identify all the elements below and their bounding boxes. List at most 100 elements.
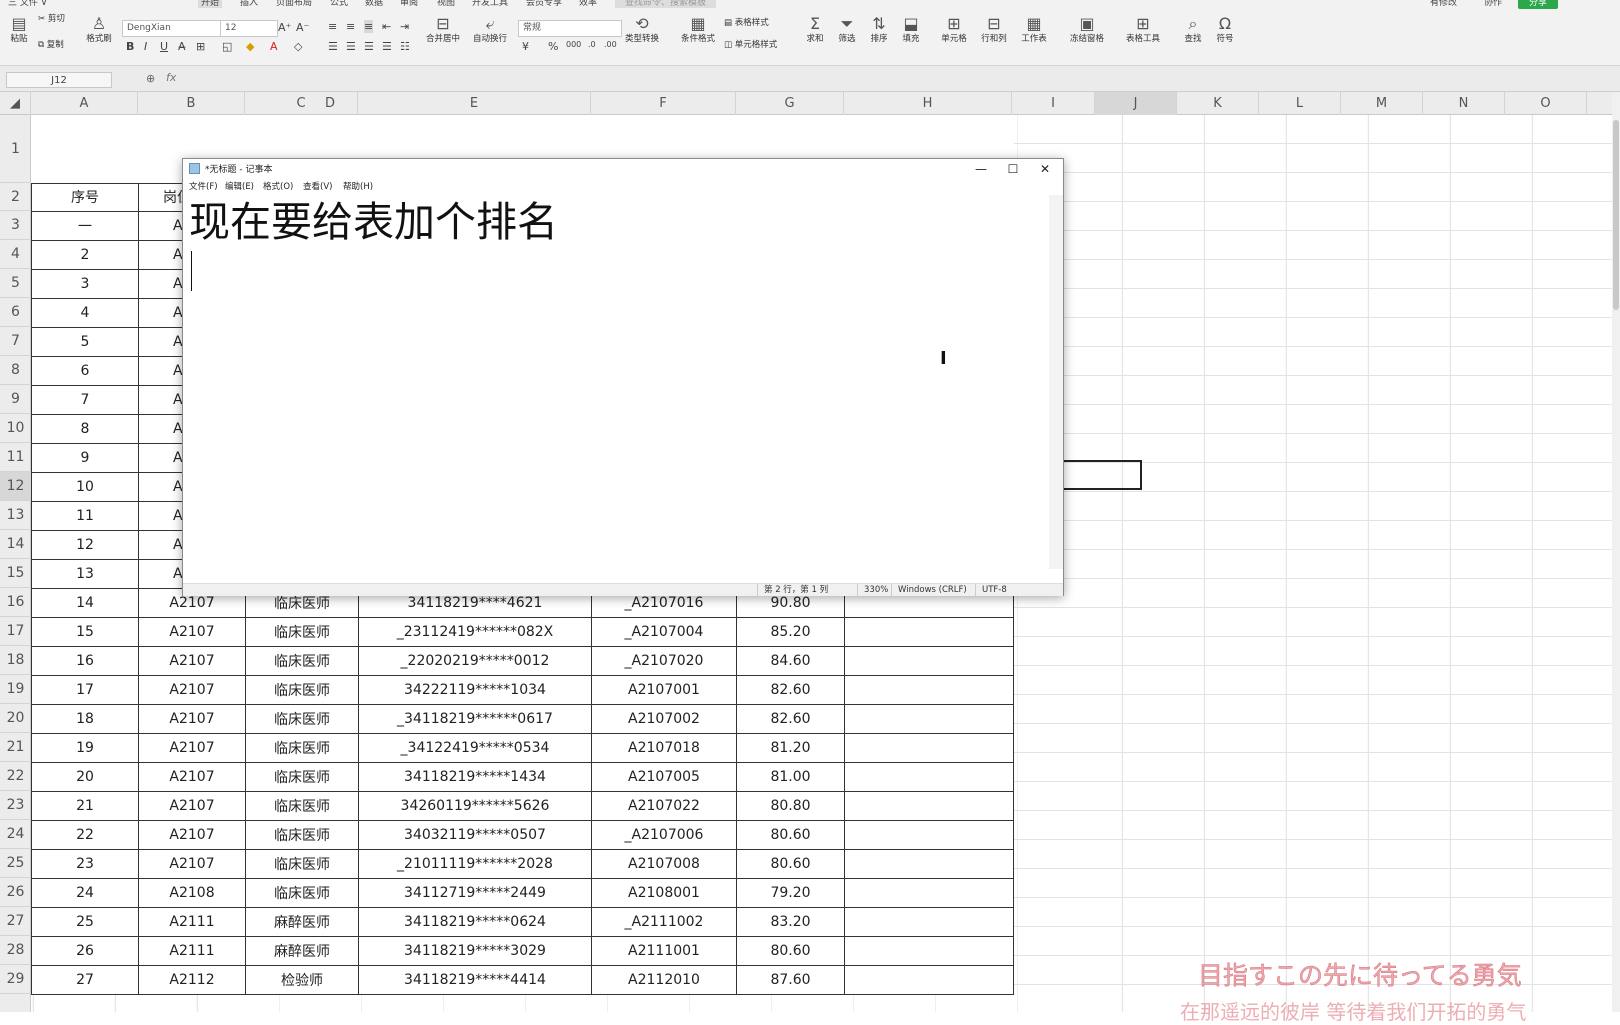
table-cell[interactable]: 26 (31, 935, 139, 966)
special-effect-icon[interactable]: ◱ (222, 40, 232, 53)
indent-decrease-icon[interactable]: ⇤ (382, 20, 391, 33)
table-cell[interactable]: _23112419******082X (358, 616, 592, 647)
table-cell[interactable]: 21 (31, 790, 139, 821)
strikethrough-icon[interactable]: A̶ (178, 40, 186, 53)
table-cell[interactable]: A2107 (138, 761, 246, 792)
row-header[interactable]: 26 (0, 878, 31, 907)
table-cell[interactable]: 14 (31, 587, 139, 618)
table-cell[interactable]: A2107 (138, 790, 246, 821)
fx-label[interactable]: fx (166, 71, 176, 84)
align-bottom-icon[interactable]: ≡ (364, 20, 374, 33)
table-cell[interactable]: _21011119******2028 (358, 848, 592, 879)
table-cell[interactable]: 34260119******5626 (358, 790, 592, 821)
column-header[interactable]: L (1259, 92, 1341, 115)
table-cell[interactable] (843, 616, 1015, 647)
table-cell[interactable] (843, 790, 1015, 821)
font-size-select[interactable]: 12 (220, 20, 278, 37)
cut-button[interactable]: ✂ 剪切 (38, 14, 82, 25)
zoom-formula-icon[interactable]: ⊕ (146, 72, 155, 85)
row-header[interactable]: 27 (0, 907, 31, 936)
notepad-menu-help[interactable]: 帮助(H) (343, 179, 373, 195)
table-cell[interactable] (843, 761, 1015, 792)
table-cell[interactable]: 27 (31, 964, 139, 995)
sum-button[interactable]: Σ 求和 (800, 14, 830, 45)
table-cell[interactable]: 84.60 (736, 645, 845, 676)
table-cell[interactable]: 34118219*****3029 (358, 935, 592, 966)
table-cell[interactable]: 25 (31, 906, 139, 937)
table-cell[interactable]: A2107022 (591, 790, 737, 821)
table-cell[interactable]: 85.20 (736, 616, 845, 647)
table-cell[interactable]: 12 (31, 529, 139, 560)
table-cell[interactable]: A2111001 (591, 935, 737, 966)
table-cell[interactable]: 34222119*****1034 (358, 674, 592, 705)
table-cell[interactable]: 临床医师 (245, 848, 359, 879)
table-cell[interactable]: _A2107020 (591, 645, 737, 676)
sort-button[interactable]: ⇅ 排序 (864, 14, 894, 45)
column-header-selected[interactable]: J (1095, 92, 1177, 115)
type-convert-button[interactable]: ⟲ 类型转换 (620, 14, 664, 45)
tab-developer[interactable]: 开发工具 (472, 0, 508, 8)
tab-efficiency[interactable]: 效率 (579, 0, 597, 8)
number-format-select[interactable]: 常规 (518, 20, 622, 37)
menu-file[interactable]: 三 文件 ∨ (8, 0, 47, 8)
table-cell[interactable] (843, 906, 1015, 937)
symbol-button[interactable]: Ω 符号 (1210, 14, 1240, 45)
notepad-menu-view[interactable]: 查看(V) (303, 179, 332, 195)
select-all-corner[interactable]: ◢ (0, 92, 31, 115)
table-cell[interactable]: 80.60 (736, 819, 845, 850)
tab-review[interactable]: 审阅 (400, 0, 418, 8)
table-cell[interactable]: 80.60 (736, 935, 845, 966)
table-cell[interactable]: 82.60 (736, 674, 845, 705)
tab-home[interactable]: 开始 (198, 0, 223, 8)
fill-color-icon[interactable]: ◆ (246, 40, 254, 53)
table-cell[interactable]: 麻醉医师 (245, 906, 359, 937)
header-cell-seq[interactable]: 序号 (31, 182, 139, 212)
table-cell[interactable]: A2112 (138, 964, 246, 995)
row-header[interactable]: 23 (0, 791, 31, 820)
tab-member[interactable]: 会员专享 (526, 0, 562, 8)
table-cell[interactable]: _34122419*****0534 (358, 732, 592, 763)
table-cell[interactable]: A2107 (138, 819, 246, 850)
table-cell[interactable]: 22 (31, 819, 139, 850)
thousands-icon[interactable]: 000 (566, 40, 581, 49)
table-cell[interactable]: 16 (31, 645, 139, 676)
table-cell[interactable] (843, 703, 1015, 734)
conditional-format-button[interactable]: ▦ 条件格式 (676, 14, 720, 45)
table-cell[interactable]: A2107005 (591, 761, 737, 792)
column-header[interactable]: O (1505, 92, 1587, 115)
clear-icon[interactable]: ◇ (294, 40, 302, 53)
table-cell[interactable]: 82.60 (736, 703, 845, 734)
align-left-icon[interactable]: ☰ (328, 40, 338, 53)
column-header[interactable]: H (844, 92, 1012, 115)
justify-icon[interactable]: ☰ (382, 40, 392, 53)
notepad-text-area[interactable]: 现在要给表加个排名 (187, 197, 1049, 569)
notepad-titlebar[interactable]: *无标题 - 记事本 — ☐ ✕ (183, 159, 1063, 179)
underline-icon[interactable]: U (160, 40, 168, 53)
freeze-panes-button[interactable]: ▣ 冻结窗格 (1064, 14, 1110, 45)
table-cell[interactable]: _A2107004 (591, 616, 737, 647)
table-cell[interactable]: 9 (31, 442, 139, 473)
column-header[interactable]: I (1012, 92, 1095, 115)
table-cell[interactable]: 83.20 (736, 906, 845, 937)
shrink-font-icon[interactable]: A⁻ (296, 21, 309, 34)
row-header[interactable]: 28 (0, 936, 31, 965)
table-cell[interactable]: _22020219*****0012 (358, 645, 592, 676)
column-header[interactable]: M (1341, 92, 1423, 115)
modified-indicator[interactable]: 有修改 (1430, 0, 1457, 8)
minimize-icon[interactable]: — (965, 159, 997, 179)
currency-icon[interactable]: ¥ (522, 40, 529, 53)
table-cell[interactable]: A2107 (138, 703, 246, 734)
table-cell[interactable]: 临床医师 (245, 674, 359, 705)
copy-button[interactable]: ⧉ 复制 (38, 40, 82, 51)
table-cell[interactable]: A2107001 (591, 674, 737, 705)
merge-center-button[interactable]: ⊟ 合并居中 (420, 14, 466, 45)
row-header[interactable]: 8 (0, 356, 31, 385)
column-header[interactable]: A (31, 92, 138, 115)
table-cell[interactable]: 20 (31, 761, 139, 792)
table-cell[interactable]: 8 (31, 413, 139, 444)
table-cell[interactable]: 23 (31, 848, 139, 879)
table-cell[interactable]: 80.80 (736, 790, 845, 821)
row-header[interactable]: 7 (0, 327, 31, 356)
rows-columns-button[interactable]: ⊟ 行和列 (976, 14, 1012, 45)
grow-font-icon[interactable]: A⁺ (278, 21, 291, 34)
